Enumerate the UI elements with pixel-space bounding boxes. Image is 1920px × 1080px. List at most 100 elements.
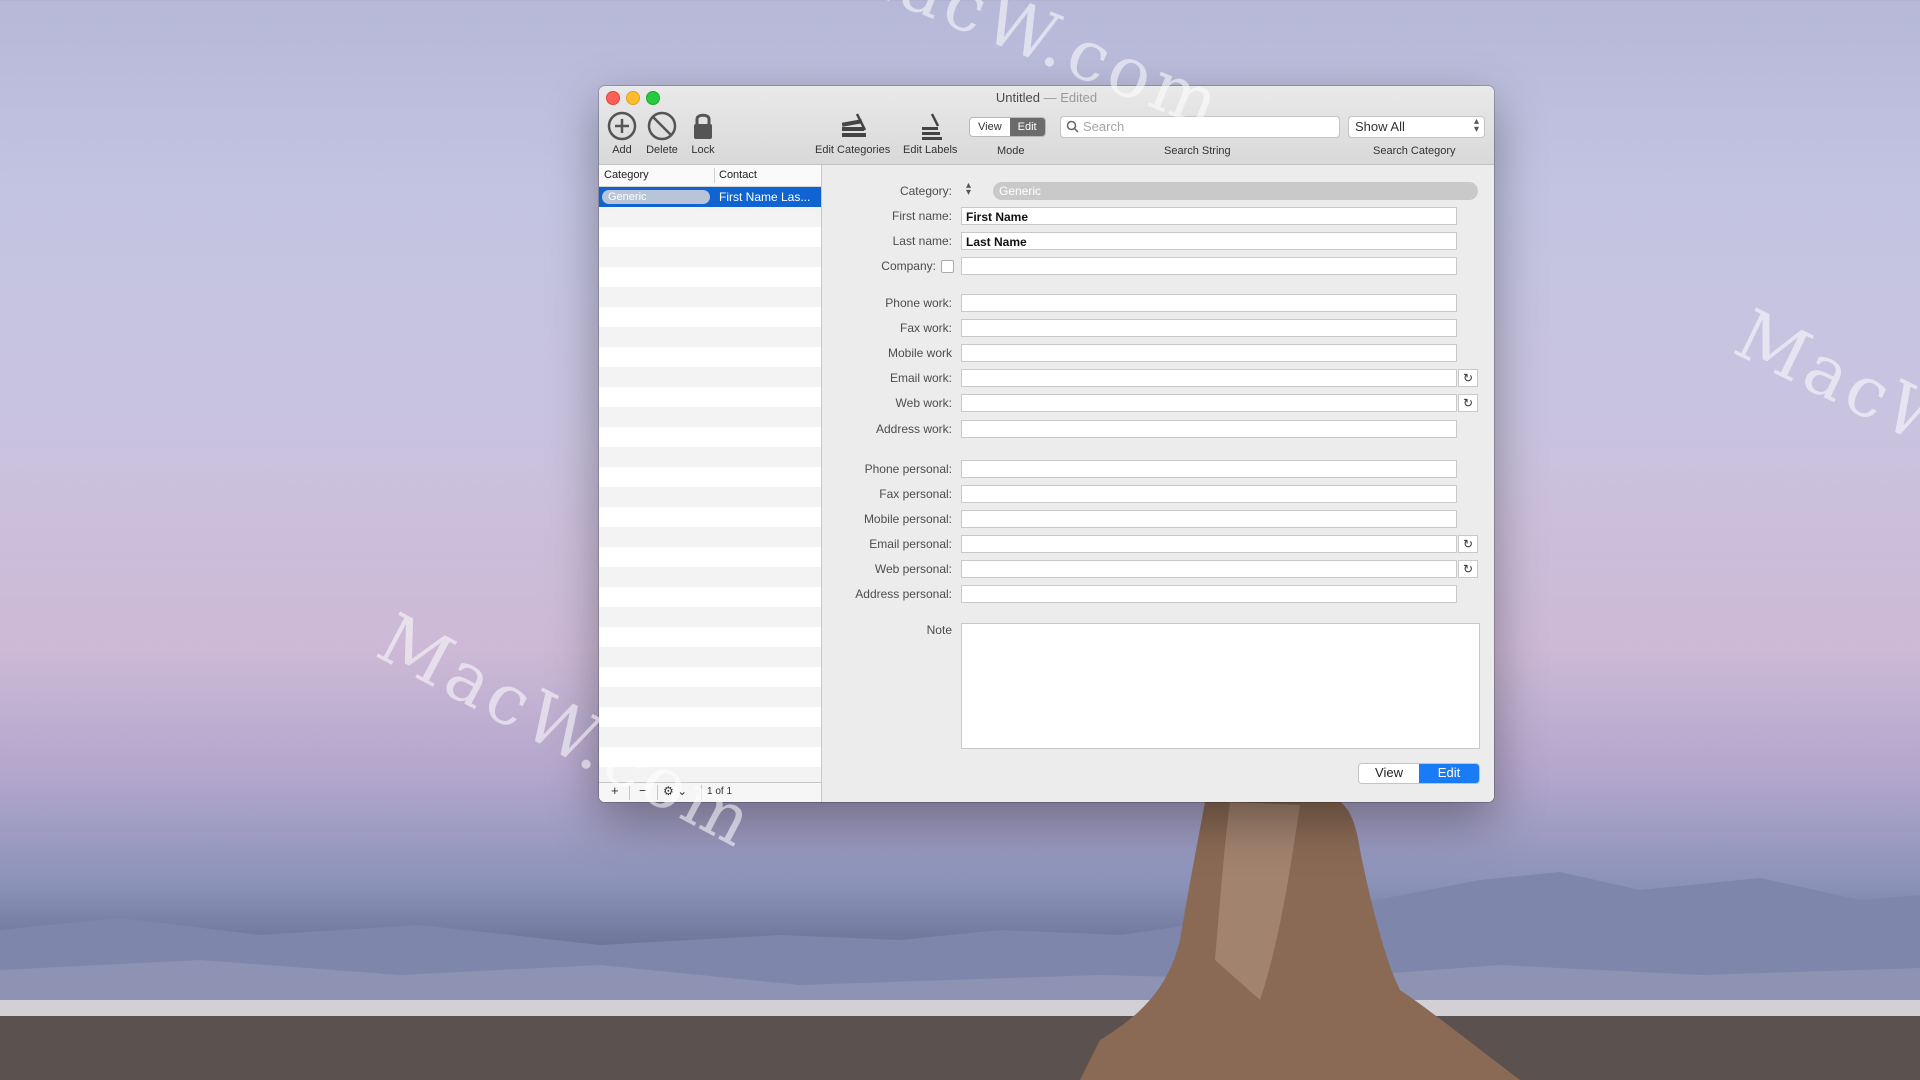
- phone-personal-field[interactable]: [961, 460, 1457, 478]
- list-header: Category Contact: [599, 165, 821, 187]
- empty-row: [599, 207, 821, 227]
- fax-work-field[interactable]: [961, 319, 1457, 337]
- empty-row: [599, 587, 821, 607]
- search-category-value: Show All: [1355, 119, 1405, 134]
- fax-personal-field[interactable]: [961, 485, 1457, 503]
- empty-row: [599, 267, 821, 287]
- window-title-text: Untitled: [995, 90, 1040, 105]
- email-personal-label: Email personal:: [869, 537, 952, 551]
- company-checkbox[interactable]: [941, 260, 954, 273]
- footer-divider: [657, 785, 658, 800]
- edit-categories-label: Edit Categories: [815, 144, 891, 156]
- record-count: 1 of 1: [707, 786, 733, 797]
- edit-labels-icon: [922, 113, 943, 140]
- empty-row: [599, 387, 821, 407]
- empty-row: [599, 647, 821, 667]
- empty-row: [599, 407, 821, 427]
- plus-circle-icon: [607, 111, 637, 141]
- empty-row: [599, 747, 821, 767]
- empty-row: [599, 227, 821, 247]
- empty-row: [599, 727, 821, 747]
- add-label: Add: [612, 144, 632, 156]
- add-button[interactable]: Add: [606, 110, 638, 156]
- column-header-category[interactable]: Category: [604, 169, 649, 181]
- web-personal-field[interactable]: [961, 560, 1457, 578]
- column-divider: [714, 168, 715, 183]
- search-field[interactable]: Search: [1060, 116, 1340, 138]
- category-field[interactable]: Generic: [993, 182, 1478, 200]
- company-label: Company:: [881, 259, 936, 273]
- list-rows: Generic First Name Las...: [599, 187, 821, 783]
- add-contact-button[interactable]: +: [611, 783, 619, 798]
- last-name-label: Last name:: [892, 234, 952, 248]
- form-mode-segmented-control: View Edit: [1358, 763, 1480, 784]
- web-personal-refresh-icon[interactable]: ↻: [1458, 560, 1478, 578]
- empty-row: [599, 527, 821, 547]
- phone-personal-label: Phone personal:: [864, 462, 952, 476]
- edit-labels-label: Edit Labels: [903, 144, 958, 156]
- form-view-button[interactable]: View: [1359, 764, 1419, 783]
- search-category-popup[interactable]: Show All ▴ ▾: [1348, 116, 1485, 138]
- delete-label: Delete: [646, 144, 678, 156]
- search-icon: [1066, 120, 1079, 133]
- no-entry-icon: [647, 111, 677, 141]
- address-personal-label: Address personal:: [855, 587, 952, 601]
- list-footer: + − ⚙ ⌄ 1 of 1: [599, 782, 821, 802]
- empty-row: [599, 327, 821, 347]
- edit-categories-button[interactable]: Edit Categories: [815, 110, 890, 156]
- column-header-contact[interactable]: Contact: [719, 169, 757, 181]
- empty-row: [599, 767, 821, 783]
- web-work-field[interactable]: [961, 394, 1457, 412]
- empty-row: [599, 607, 821, 627]
- category-label: Category:: [899, 184, 952, 198]
- mobile-personal-label: Mobile personal:: [863, 512, 952, 526]
- phone-work-field[interactable]: [961, 294, 1457, 312]
- company-field[interactable]: [961, 257, 1457, 275]
- contact-list: Category Contact Generic First Name Las.…: [599, 165, 822, 802]
- mode-edit-segment[interactable]: Edit: [1009, 118, 1045, 136]
- table-row[interactable]: Generic First Name Las...: [599, 187, 821, 207]
- empty-row: [599, 567, 821, 587]
- empty-row: [599, 667, 821, 687]
- first-name-field[interactable]: First Name: [961, 207, 1457, 225]
- email-personal-field[interactable]: [961, 535, 1457, 553]
- footer-divider: [701, 785, 702, 800]
- mode-segmented-control: View Edit: [969, 117, 1046, 137]
- address-work-field[interactable]: [961, 420, 1457, 438]
- empty-row: [599, 347, 821, 367]
- email-personal-refresh-icon[interactable]: ↻: [1458, 535, 1478, 553]
- web-personal-label: Web personal:: [874, 562, 952, 576]
- empty-row: [599, 247, 821, 267]
- form-edit-button[interactable]: Edit: [1419, 764, 1479, 783]
- search-category-caption: Search Category: [1373, 145, 1456, 157]
- delete-button[interactable]: Delete: [646, 110, 678, 156]
- remove-contact-button[interactable]: −: [639, 783, 647, 798]
- gear-icon[interactable]: ⚙ ⌄: [663, 784, 687, 798]
- mobile-personal-field[interactable]: [961, 510, 1457, 528]
- row-category: Generic: [602, 190, 710, 204]
- empty-row: [599, 547, 821, 567]
- note-label: Note: [926, 623, 952, 637]
- note-textarea[interactable]: [961, 623, 1480, 749]
- first-name-label: First name:: [891, 209, 952, 223]
- lock-icon: [694, 113, 712, 139]
- empty-row: [599, 687, 821, 707]
- contact-form: Category: ▴ ▾ Generic First name: First N…: [822, 165, 1494, 802]
- email-work-field[interactable]: [961, 369, 1457, 387]
- lock-button[interactable]: Lock: [689, 110, 717, 156]
- last-name-field[interactable]: Last Name: [961, 232, 1457, 250]
- window-title: Untitled — Edited: [599, 90, 1494, 105]
- address-personal-field[interactable]: [961, 585, 1457, 603]
- fax-personal-label: Fax personal:: [879, 487, 952, 501]
- lock-label: Lock: [691, 144, 715, 156]
- row-contact: First Name Las...: [719, 190, 811, 204]
- window-title-edited: — Edited: [1043, 90, 1098, 105]
- web-work-refresh-icon[interactable]: ↻: [1458, 394, 1478, 412]
- category-stepper-icon[interactable]: ▴ ▾: [966, 181, 971, 198]
- empty-row: [599, 447, 821, 467]
- edit-labels-button[interactable]: Edit Labels: [903, 110, 957, 156]
- mode-view-segment[interactable]: View: [970, 118, 1010, 136]
- email-work-refresh-icon[interactable]: ↻: [1458, 369, 1478, 387]
- empty-row: [599, 427, 821, 447]
- mobile-work-field[interactable]: [961, 344, 1457, 362]
